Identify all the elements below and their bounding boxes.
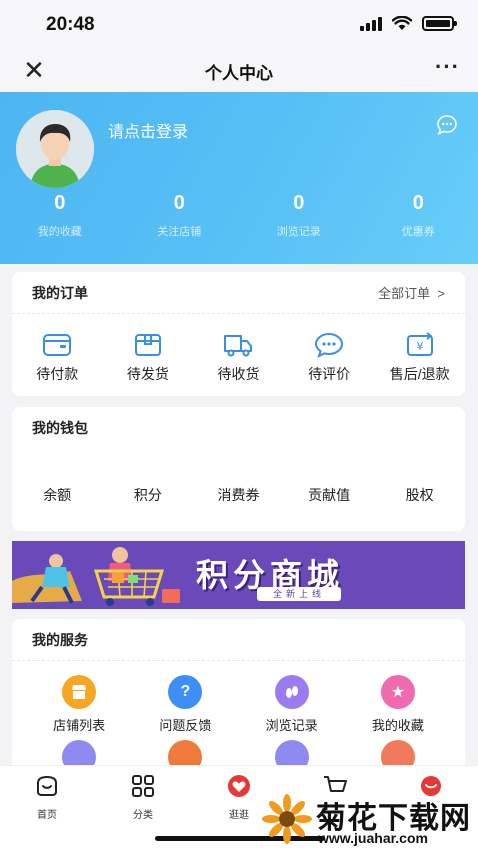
heart-icon bbox=[228, 775, 250, 797]
truck-icon bbox=[224, 335, 253, 357]
status-bar: 20:48 bbox=[0, 0, 478, 50]
shopping-cart-illustration bbox=[12, 547, 180, 606]
service-feedback[interactable]: ? 问题反馈 bbox=[132, 661, 238, 734]
wallet-contribution[interactable]: 贡献值 bbox=[284, 449, 375, 505]
service-label: 我的收藏 bbox=[371, 718, 424, 733]
orders-title: 我的订单 bbox=[32, 284, 88, 301]
services-header: 我的服务 bbox=[12, 619, 465, 661]
stat-value: 0 bbox=[412, 192, 424, 214]
more-icon[interactable]: ··· bbox=[435, 54, 460, 80]
tab-home[interactable]: 首页 bbox=[17, 774, 77, 821]
stat-value: 0 bbox=[173, 192, 185, 214]
wallet-balance[interactable]: 余额 bbox=[12, 449, 103, 505]
profile-header: 请点击登录 0 我的收藏 0 关注店铺 0 浏览记录 0 优惠券 bbox=[0, 92, 478, 264]
tab-browse[interactable]: 逛逛 bbox=[209, 774, 269, 821]
wallet-card: 我的钱包 余额 积分 消费券 贡献值 股权 bbox=[12, 407, 465, 531]
service-store-list[interactable]: 店铺列表 bbox=[26, 661, 132, 734]
order-after-sales[interactable]: ¥ 售后/退款 bbox=[374, 314, 465, 384]
watermark: 菊花下载网 www.juahar.com bbox=[262, 792, 478, 850]
service-label: 浏览记录 bbox=[265, 718, 318, 733]
stat-favorites[interactable]: 0 我的收藏 bbox=[0, 192, 120, 239]
order-pending-review[interactable]: 待评价 bbox=[284, 314, 375, 384]
order-pending-receipt[interactable]: 待收货 bbox=[193, 314, 284, 384]
avatar[interactable] bbox=[16, 110, 94, 188]
stat-value: 0 bbox=[293, 192, 305, 214]
star-icon: ★ bbox=[380, 675, 415, 709]
refund-icon: ¥ bbox=[406, 332, 433, 356]
tab-label: 逛逛 bbox=[229, 810, 249, 821]
stat-coupons[interactable]: 0 优惠券 bbox=[359, 192, 478, 239]
page-title: 个人中心 bbox=[205, 64, 273, 83]
message-icon[interactable] bbox=[436, 114, 458, 136]
footprint-icon bbox=[274, 675, 309, 709]
stat-followed-stores[interactable]: 0 关注店铺 bbox=[120, 192, 240, 239]
wallet-vouchers[interactable]: 消费券 bbox=[193, 449, 284, 505]
order-item-label: 待评价 bbox=[308, 366, 351, 382]
service-label: 店铺列表 bbox=[53, 718, 106, 733]
order-pending-payment[interactable]: 待付款 bbox=[12, 314, 103, 384]
nav-bar: ✕ 个人中心 ··· bbox=[0, 50, 478, 92]
status-time: 20:48 bbox=[46, 14, 95, 35]
wallet-title: 我的钱包 bbox=[32, 420, 88, 436]
box-icon bbox=[134, 334, 161, 356]
wallet-header: 我的钱包 bbox=[12, 407, 465, 449]
svg-text:¥: ¥ bbox=[416, 340, 423, 353]
banner-subtitle: 全新上线 bbox=[257, 587, 342, 601]
wallet-points[interactable]: 积分 bbox=[103, 449, 194, 505]
wallet-icon bbox=[43, 334, 72, 356]
login-link[interactable]: 请点击登录 bbox=[108, 118, 188, 142]
battery-icon bbox=[422, 16, 457, 31]
stat-label: 关注店铺 bbox=[157, 226, 202, 238]
question-icon: ? bbox=[168, 675, 203, 709]
stat-label: 优惠券 bbox=[401, 226, 435, 238]
store-icon bbox=[62, 675, 97, 709]
services-row: 店铺列表 ? 问题反馈 浏览记录 ★ 我的收藏 bbox=[12, 661, 465, 734]
wallet-equity[interactable]: 股权 bbox=[374, 449, 465, 505]
all-orders-label: 全部订单 bbox=[378, 286, 431, 301]
service-history[interactable]: 浏览记录 bbox=[239, 661, 345, 734]
stat-value: 0 bbox=[54, 192, 66, 214]
home-icon bbox=[37, 775, 57, 796]
watermark-url: www.juahar.com bbox=[318, 830, 428, 846]
order-item-label: 待发货 bbox=[126, 366, 169, 382]
tab-categories[interactable]: 分类 bbox=[113, 774, 173, 821]
tab-label: 首页 bbox=[37, 810, 57, 821]
order-pending-shipment[interactable]: 待发货 bbox=[103, 314, 194, 384]
order-item-label: 待付款 bbox=[36, 366, 79, 382]
stat-history[interactable]: 0 浏览记录 bbox=[239, 192, 359, 239]
service-label: 问题反馈 bbox=[159, 718, 212, 733]
wifi-icon bbox=[392, 16, 412, 30]
order-item-label: 售后/退款 bbox=[389, 366, 450, 382]
flower-logo-icon bbox=[262, 794, 312, 844]
services-title: 我的服务 bbox=[32, 631, 88, 648]
wallet-row: 余额 积分 消费券 贡献值 股权 bbox=[12, 449, 465, 505]
orders-card: 我的订单 全部订单 > 待付款 待发货 待收货 待评价 ¥ 售后/退款 bbox=[12, 272, 465, 396]
system-indicators bbox=[360, 16, 457, 31]
service-favorites[interactable]: ★ 我的收藏 bbox=[345, 661, 451, 734]
services-card: 我的服务 店铺列表 ? 问题反馈 浏览记录 ★ 我的收藏 bbox=[12, 619, 465, 779]
profile-stats: 0 我的收藏 0 关注店铺 0 浏览记录 0 优惠券 bbox=[0, 192, 478, 239]
chevron-right-icon: > bbox=[433, 286, 445, 301]
chat-icon bbox=[315, 332, 344, 358]
all-orders-link[interactable]: 全部订单 > bbox=[378, 283, 445, 302]
points-mall-banner[interactable]: 积分商城 全新上线 bbox=[12, 541, 465, 609]
stat-label: 我的收藏 bbox=[37, 226, 82, 238]
orders-header: 我的订单 全部订单 > bbox=[12, 272, 465, 314]
tab-label: 分类 bbox=[133, 810, 153, 821]
grid-icon bbox=[132, 775, 154, 797]
order-status-row: 待付款 待发货 待收货 待评价 ¥ 售后/退款 bbox=[12, 314, 465, 384]
order-item-label: 待收货 bbox=[217, 366, 260, 382]
signal-icon bbox=[360, 16, 382, 31]
stat-label: 浏览记录 bbox=[276, 226, 321, 238]
